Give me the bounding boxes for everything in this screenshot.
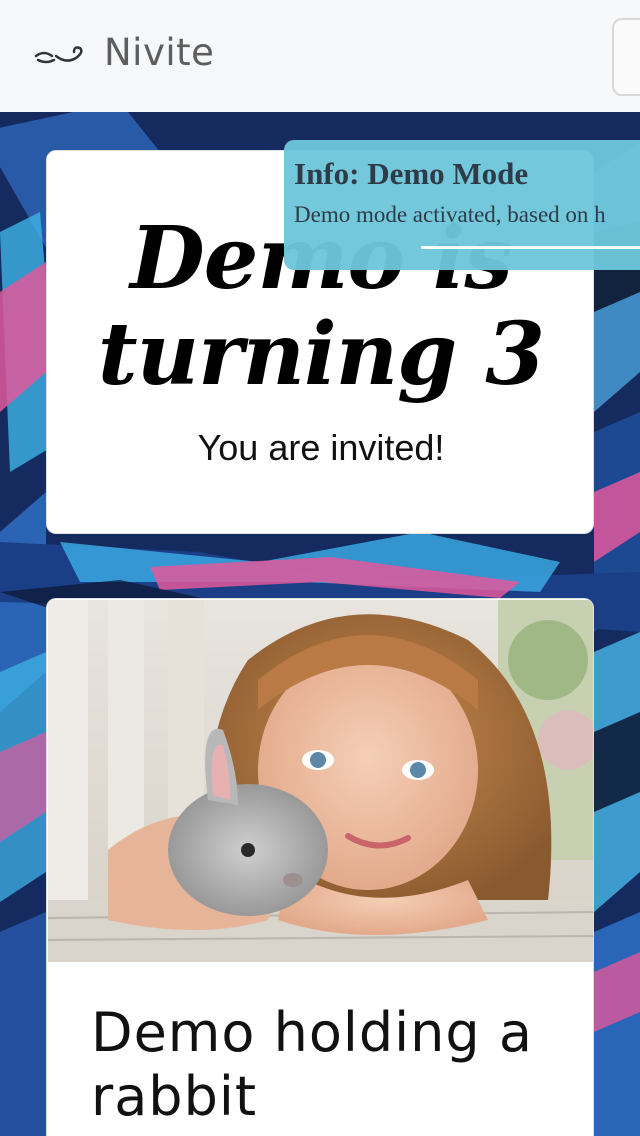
toast-progress-bar [421,246,640,249]
info-toast[interactable]: Info: Demo Mode Demo mode activated, bas… [284,140,640,270]
nivite-logo-icon [34,46,83,64]
toast-title: Info: Demo Mode [294,156,529,191]
brand-link[interactable]: Nivite [34,28,214,76]
photo-caption: Demo holding a rabbit [91,1001,533,1128]
navbar: Nivite [0,0,640,112]
photo-card: Demo holding a rabbit [46,598,594,1136]
invitation-subline: You are invited! [197,427,445,468]
menu-toggle-button[interactable] [612,18,640,96]
toast-message: Demo mode activated, based on h [294,202,606,227]
photo-girl-with-rabbit [48,600,593,962]
brand-name: Nivite [104,30,215,74]
